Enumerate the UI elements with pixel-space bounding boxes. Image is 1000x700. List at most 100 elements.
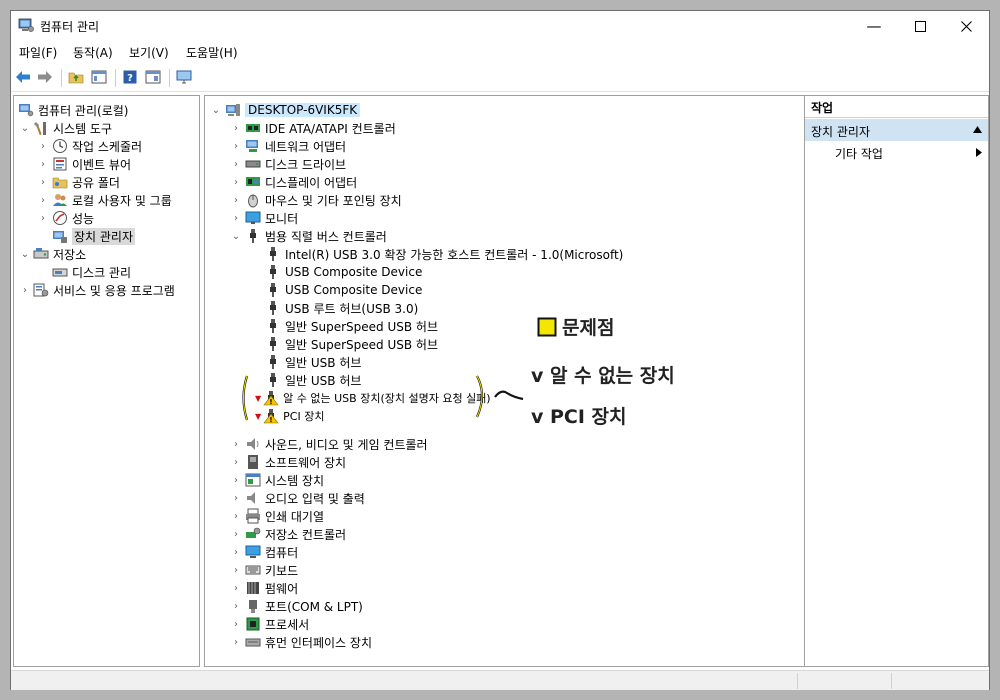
usb-device-item[interactable]: 일반 SuperSpeed USB 허브 <box>265 335 438 353</box>
device-category[interactable]: 모니터 <box>245 209 298 227</box>
expand-arrow-icon[interactable]: › <box>38 209 48 227</box>
expand-arrow-icon[interactable]: › <box>231 579 241 597</box>
usb-device-item[interactable]: 일반 SuperSpeed USB 허브 <box>265 317 438 335</box>
device-category[interactable]: 키보드 <box>245 561 298 579</box>
expand-arrow-icon[interactable]: › <box>231 525 241 543</box>
expand-arrow-icon[interactable]: › <box>38 137 48 155</box>
expand-arrow-icon[interactable]: › <box>231 543 241 561</box>
usb-device-item[interactable]: 일반 USB 허브 <box>265 353 361 371</box>
menu-action[interactable]: 동작(A) <box>73 44 113 61</box>
device-category[interactable]: 컴퓨터 <box>245 543 298 561</box>
collapse-up-icon <box>973 126 982 133</box>
tree-item-device-manager[interactable]: 장치 관리자 <box>52 227 136 245</box>
tree-item-disk-management[interactable]: 디스크 관리 <box>52 263 131 281</box>
disk-management-icon <box>52 264 68 280</box>
actions-header: 작업 <box>805 96 988 118</box>
device-category[interactable]: 사운드, 비디오 및 게임 컨트롤러 <box>245 435 428 453</box>
category-usb-controllers[interactable]: 범용 직렬 버스 컨트롤러 <box>245 227 387 245</box>
computer-icon <box>225 102 241 118</box>
back-button[interactable] <box>13 67 33 87</box>
annotation-unknown-device: v 알 수 없는 장치 <box>531 365 675 387</box>
device-category[interactable]: 프로세서 <box>245 615 309 633</box>
expand-arrow-icon[interactable]: › <box>231 435 241 453</box>
actions-section-device-manager[interactable]: 장치 관리자 <box>805 119 988 141</box>
menu-file[interactable]: 파일(F) <box>19 44 57 61</box>
tree-item-shared-folders[interactable]: 공유 폴더 <box>52 173 120 191</box>
ide-controller-icon <box>245 120 261 136</box>
tree-item-services-apps[interactable]: 서비스 및 응용 프로그램 <box>33 281 175 299</box>
device-category[interactable]: IDE ATA/ATAPI 컨트롤러 <box>245 119 396 137</box>
expand-arrow-icon[interactable]: › <box>231 615 241 633</box>
usb-device-item[interactable]: USB 루트 허브(USB 3.0) <box>265 299 418 317</box>
expand-arrow-icon[interactable]: › <box>231 119 241 137</box>
users-icon <box>52 192 68 208</box>
collapse-arrow-icon[interactable]: ⌄ <box>231 227 241 245</box>
tree-item-system-tools[interactable]: 시스템 도구 <box>33 119 112 137</box>
collapse-arrow-icon[interactable]: ⌄ <box>211 101 221 119</box>
device-category[interactable]: 포트(COM & LPT) <box>245 597 363 615</box>
computer-management-icon <box>18 102 34 118</box>
device-category[interactable]: 휴먼 인터페이스 장치 <box>245 633 372 651</box>
action-pane-button[interactable] <box>143 67 163 87</box>
usb-icon <box>265 300 281 316</box>
expand-arrow-icon[interactable]: › <box>231 489 241 507</box>
device-category[interactable]: 인쇄 대기열 <box>245 507 324 525</box>
expand-arrow-icon[interactable]: › <box>231 633 241 651</box>
maximize-button[interactable] <box>897 11 943 41</box>
expand-arrow-icon[interactable]: › <box>231 209 241 227</box>
collapse-arrow-icon[interactable]: ⌄ <box>20 119 30 137</box>
minimize-button[interactable]: — <box>851 11 897 41</box>
device-category[interactable]: 저장소 컨트롤러 <box>245 525 346 543</box>
expand-arrow-icon[interactable]: › <box>231 597 241 615</box>
close-icon <box>960 20 972 32</box>
help-button[interactable]: ? <box>120 67 140 87</box>
device-category[interactable]: 소프트웨어 장치 <box>245 453 346 471</box>
expand-arrow-icon[interactable]: › <box>231 561 241 579</box>
device-category[interactable]: 시스템 장치 <box>245 471 324 489</box>
more-actions-item[interactable]: 기타 작업 <box>835 145 883 162</box>
usb-icon <box>265 336 281 352</box>
monitor-button[interactable] <box>174 67 194 87</box>
device-tree-root[interactable]: DESKTOP-6VIK5FK <box>225 101 361 119</box>
expand-arrow-icon[interactable]: › <box>38 155 48 173</box>
expand-arrow-icon[interactable]: › <box>38 173 48 191</box>
expand-arrow-icon[interactable]: › <box>231 507 241 525</box>
collapse-arrow-icon[interactable]: ⌄ <box>20 245 30 263</box>
device-category[interactable]: 디스플레이 어댑터 <box>245 173 357 191</box>
usb-device-item[interactable]: USB Composite Device <box>265 263 422 281</box>
device-category[interactable]: 네트워크 어댑터 <box>245 137 346 155</box>
annotation-bracket-arrow <box>475 375 524 418</box>
expand-arrow-icon[interactable]: › <box>20 281 30 299</box>
window-title: 컴퓨터 관리 <box>40 20 100 34</box>
device-category[interactable]: 펌웨어 <box>245 579 298 597</box>
expand-arrow-icon[interactable]: › <box>38 191 48 209</box>
tree-item-performance[interactable]: 성능 <box>52 209 94 227</box>
svg-text:?: ? <box>127 73 133 84</box>
usb-device-item[interactable]: Intel(R) USB 3.0 확장 가능한 호스트 컨트롤러 - 1.0(M… <box>265 245 623 263</box>
up-folder-button[interactable] <box>66 67 86 87</box>
expand-arrow-icon[interactable]: › <box>231 173 241 191</box>
tree-item-event-viewer[interactable]: 이벤트 뷰어 <box>52 155 131 173</box>
expand-arrow-icon[interactable]: › <box>231 471 241 489</box>
expand-arrow-icon[interactable]: › <box>231 137 241 155</box>
menu-help[interactable]: 도움말(H) <box>186 44 238 61</box>
expand-arrow-icon[interactable]: › <box>231 191 241 209</box>
menu-view[interactable]: 보기(V) <box>129 44 169 61</box>
tree-item-storage[interactable]: 저장소 <box>33 245 86 263</box>
usb-device-item[interactable]: USB Composite Device <box>265 281 422 299</box>
close-button[interactable] <box>943 11 989 41</box>
tree-item-computer-management[interactable]: 컴퓨터 관리(로컬) <box>18 101 128 119</box>
usb-icon <box>265 354 281 370</box>
legend-square-icon <box>537 317 557 337</box>
show-hide-tree-button[interactable] <box>89 67 109 87</box>
expand-arrow-icon[interactable]: › <box>231 453 241 471</box>
expand-arrow-icon[interactable]: › <box>231 155 241 173</box>
usb-icon <box>245 228 261 244</box>
forward-button[interactable] <box>35 67 55 87</box>
tree-item-local-users[interactable]: 로컬 사용자 및 그룹 <box>52 191 172 209</box>
device-category[interactable]: 디스크 드라이브 <box>245 155 346 173</box>
action-pane-icon <box>145 70 161 84</box>
device-category[interactable]: 마우스 및 기타 포인팅 장치 <box>245 191 402 209</box>
tree-item-task-scheduler[interactable]: 작업 스케줄러 <box>52 137 142 155</box>
device-category[interactable]: 오디오 입력 및 출력 <box>245 489 365 507</box>
